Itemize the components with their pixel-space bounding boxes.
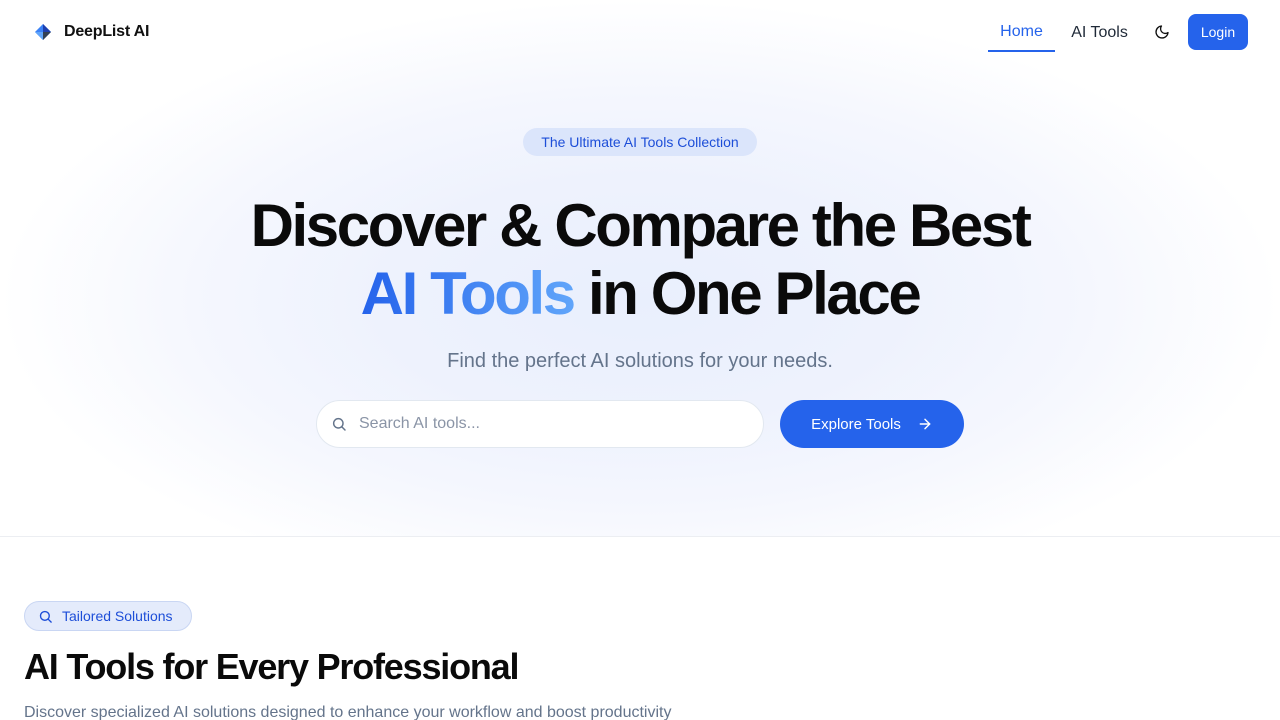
section-badge-label: Tailored Solutions [62, 608, 173, 624]
explore-tools-label: Explore Tools [811, 415, 901, 433]
nav-link-ai-tools[interactable]: AI Tools [1066, 14, 1133, 52]
hero-headline: Discover & Compare the Best AI Tools in … [0, 192, 1280, 328]
hero-subheadline: Find the perfect AI solutions for your n… [447, 350, 833, 372]
explore-tools-button[interactable]: Explore Tools [780, 400, 964, 448]
navbar: DeepList AI Home AI Tools Login [0, 0, 1280, 64]
brand-name: DeepList AI [64, 23, 150, 40]
theme-toggle-button[interactable] [1150, 20, 1174, 44]
login-button[interactable]: Login [1188, 14, 1248, 50]
section-badge: Tailored Solutions [24, 601, 192, 631]
search-input[interactable] [359, 409, 739, 439]
headline-line-2-rest: in One Place [573, 260, 922, 327]
headline-highlight-word: Discover [250, 192, 487, 264]
section-description: Discover specialized AI solutions design… [24, 704, 672, 720]
search-icon [39, 610, 52, 623]
hero-badge: The Ultimate AI Tools Collection [523, 128, 757, 156]
arrow-right-icon [919, 418, 931, 430]
section-title: AI Tools for Every Professional [24, 646, 519, 687]
headline-line-1-rest: & Compare the Best [484, 192, 1032, 259]
search-box[interactable] [316, 400, 764, 448]
headline-line-1: Discover & Compare the Best [0, 192, 1280, 264]
moon-icon [1155, 25, 1169, 39]
headline-line-2: AI Tools in One Place [0, 260, 1280, 328]
nav-link-home[interactable]: Home [988, 14, 1055, 52]
headline-accent-text: AI Tools [360, 260, 576, 327]
diamond-logo-icon [35, 24, 51, 40]
search-icon [332, 417, 346, 431]
brand[interactable]: DeepList AI [34, 22, 149, 42]
